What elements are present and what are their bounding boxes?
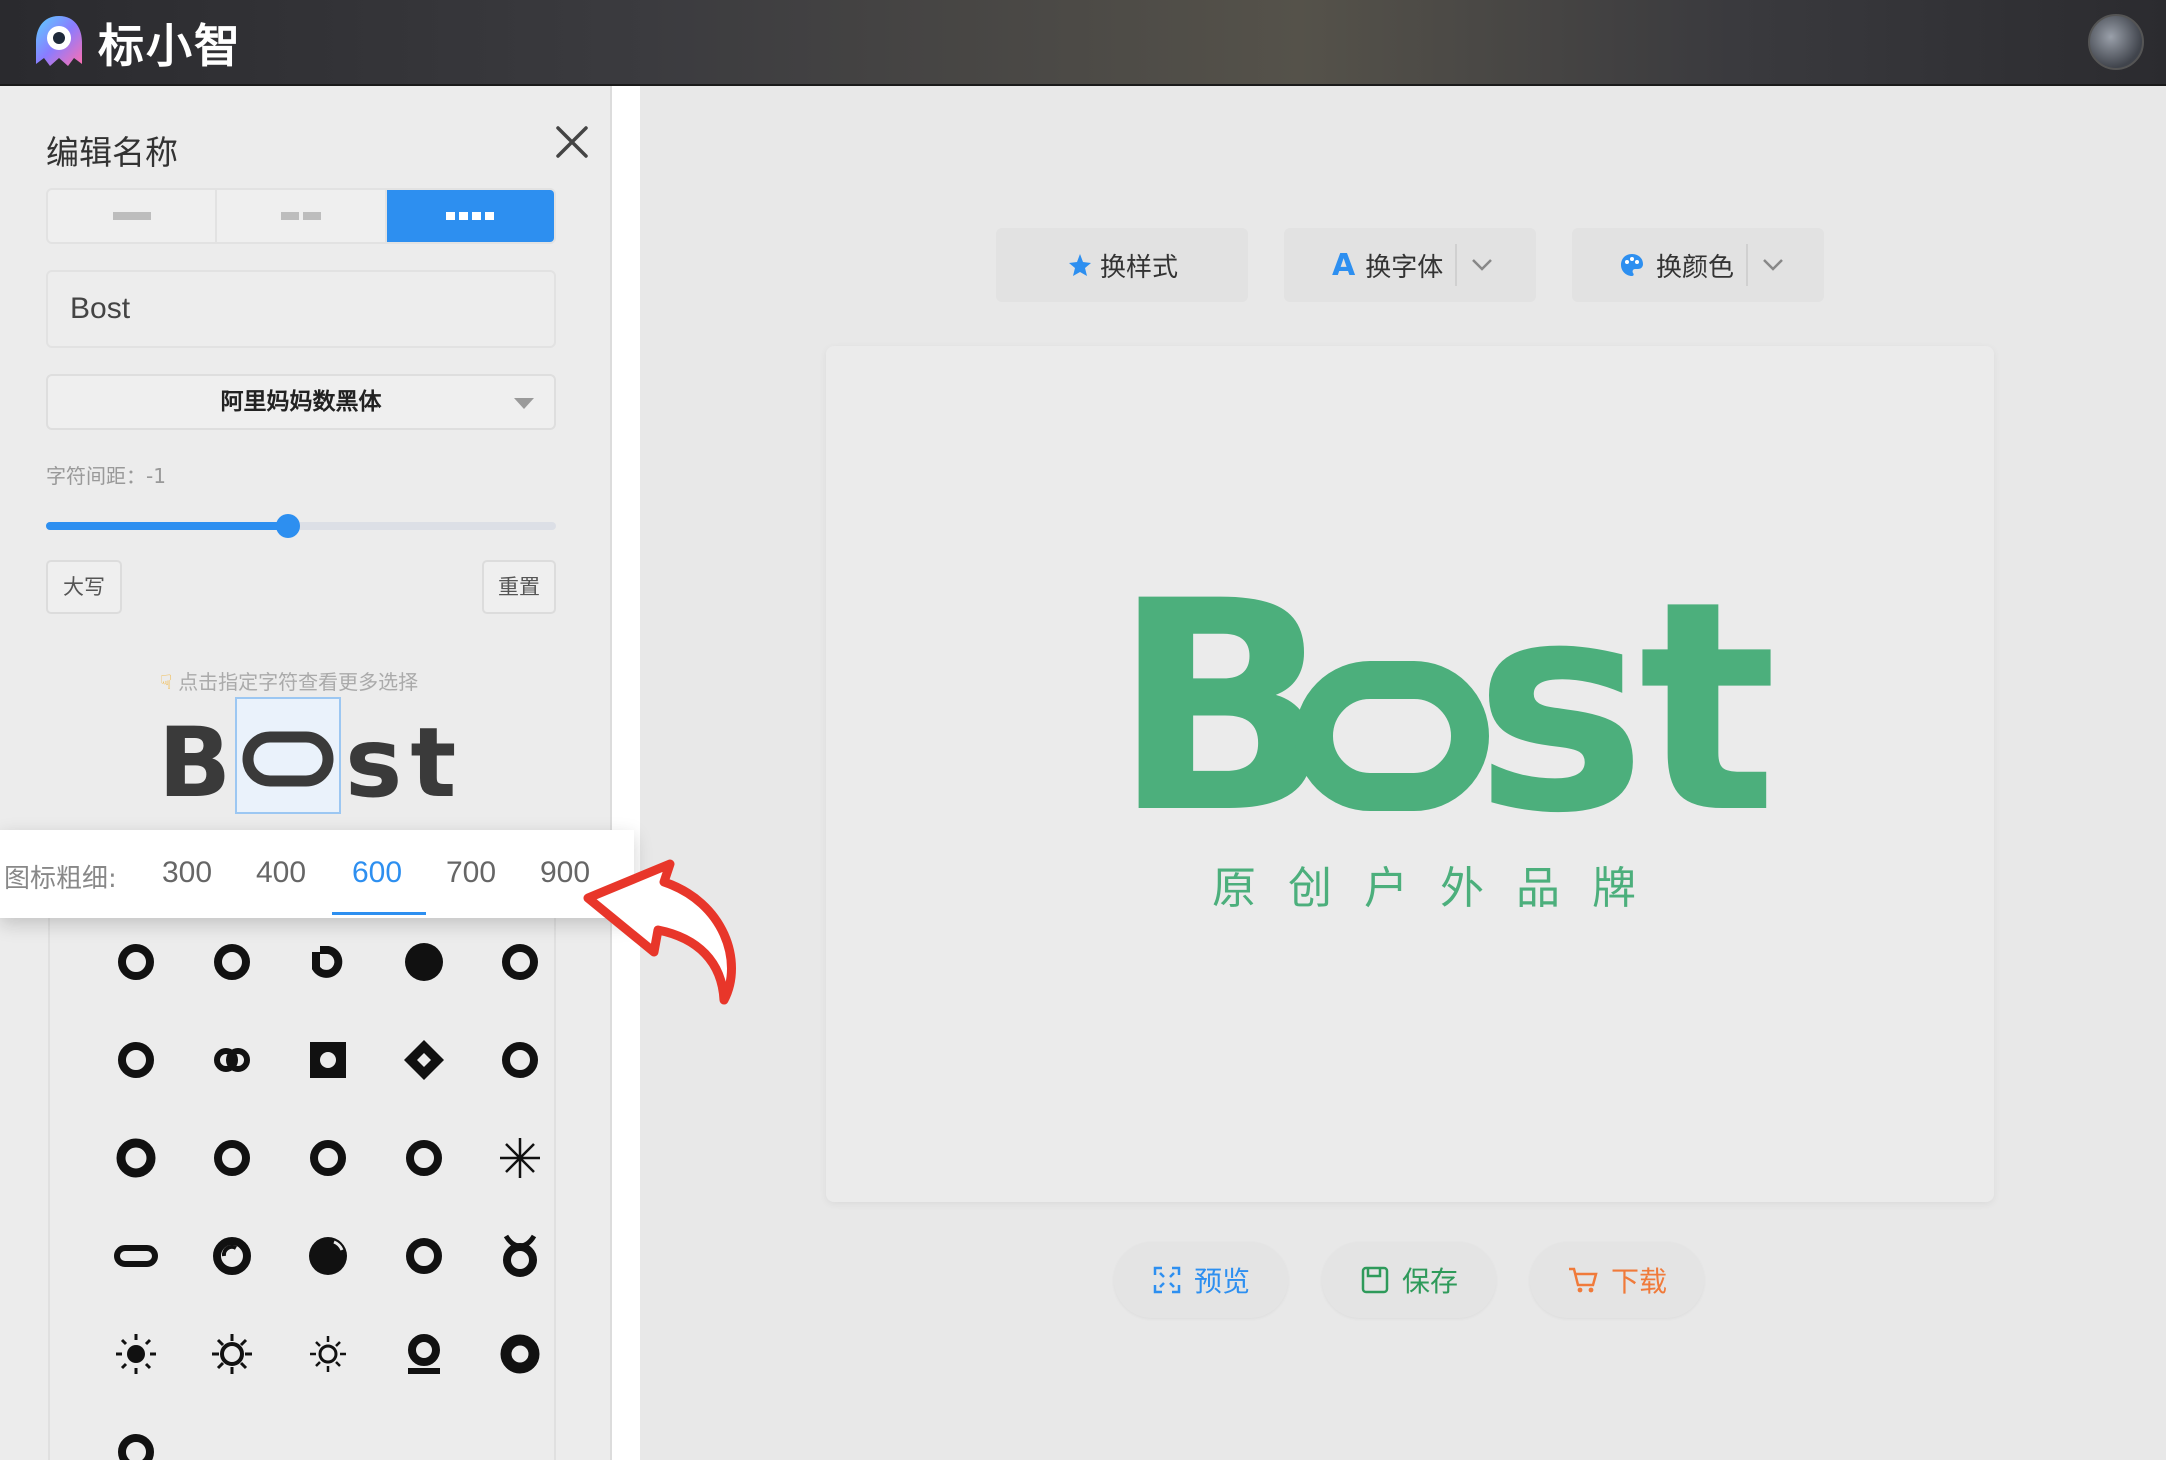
fullscreen-icon [1153, 1266, 1181, 1294]
glyph-asterisk-option[interactable] [492, 1130, 548, 1186]
reset-button[interactable]: 重置 [482, 560, 556, 614]
glyph-diamond-option[interactable] [396, 1032, 452, 1088]
change-style-label: 换样式 [1099, 252, 1178, 283]
chevron-down-icon[interactable] [1471, 258, 1493, 272]
slider-fill [46, 522, 289, 530]
glyph-thick-ring-option[interactable] [492, 1326, 548, 1382]
save-label: 保存 [1401, 1265, 1458, 1298]
font-a-icon: A [1332, 247, 1356, 283]
glyph-notched-ring-option[interactable] [300, 934, 356, 990]
uppercase-button[interactable]: 大写 [46, 560, 122, 614]
glyph-filled-circle-option[interactable] [396, 934, 452, 990]
glyph-square-option[interactable] [300, 1032, 356, 1088]
change-font-label: 换字体 [1365, 252, 1444, 283]
glyph-options-grid [48, 918, 556, 1460]
close-icon[interactable] [550, 120, 594, 164]
split-two-part-option[interactable] [217, 190, 387, 242]
shopping-cart-icon [1568, 1267, 1598, 1293]
split-four-part-option[interactable] [386, 190, 554, 242]
glyph-ring-option[interactable] [300, 1130, 356, 1186]
glyph-ring-option[interactable] [108, 1424, 164, 1460]
weight-option-700[interactable]: 700 [446, 856, 496, 890]
app-logo[interactable]: 标小智 [28, 10, 242, 76]
char-o[interactable] [235, 697, 342, 814]
logo-slogan: 原创户外品牌 [1212, 863, 1668, 914]
glyph-gear-option[interactable] [204, 1326, 260, 1382]
glyph-spark-option[interactable] [300, 1326, 356, 1382]
palette-icon [1621, 254, 1643, 276]
app-name: 标小智 [98, 19, 242, 73]
char-o-glyph [242, 731, 334, 787]
divider [1455, 244, 1458, 286]
letter-spacing-label: 字符间距：-1 [46, 464, 166, 488]
glyph-sun-option[interactable] [108, 1326, 164, 1382]
glyph-horned-ring-option[interactable] [492, 1228, 548, 1284]
stroke-weight-popover: 图标粗细: 300 400 600 700 900 [0, 830, 634, 918]
user-avatar[interactable] [2088, 14, 2144, 70]
annotation-arrow-icon [583, 859, 736, 1005]
save-button[interactable]: 保存 [1322, 1242, 1496, 1318]
char-s[interactable]: s [341, 712, 406, 814]
active-weight-underline [332, 912, 426, 915]
change-style-button[interactable]: 换样式 [996, 228, 1248, 302]
divider [1746, 244, 1749, 286]
glyph-ring-option[interactable] [396, 1228, 452, 1284]
save-icon [1361, 1266, 1389, 1294]
glyph-ring-option[interactable] [396, 1130, 452, 1186]
letter-spacing-slider[interactable] [46, 514, 556, 538]
panel-title: 编辑名称 [46, 133, 178, 172]
weight-option-400[interactable]: 400 [256, 856, 306, 890]
font-select-value: 阿里妈妈数黑体 [220, 389, 382, 415]
slider-handle[interactable] [276, 514, 301, 538]
char-t[interactable]: t [406, 712, 460, 814]
change-font-button[interactable]: A 换字体 [1284, 228, 1536, 302]
glyph-ring-option[interactable] [492, 1032, 548, 1088]
glyph-ring-option[interactable] [108, 1130, 164, 1186]
caret-down-icon [514, 398, 534, 409]
char-selector: B s t [154, 697, 460, 814]
glyph-double-ring-option[interactable] [204, 1032, 260, 1088]
glyph-swirl-ring-option[interactable] [204, 1228, 260, 1284]
word-split-selector [46, 188, 556, 244]
weight-option-300[interactable]: 300 [162, 856, 212, 890]
split-one-part-option[interactable] [48, 190, 218, 242]
glyph-pin-ring-option[interactable] [396, 1326, 452, 1382]
glyph-ring-option[interactable] [204, 1130, 260, 1186]
glyph-glossy-ball-option[interactable] [300, 1228, 356, 1284]
weight-option-600[interactable]: 600 [352, 856, 402, 890]
char-b[interactable]: B [154, 712, 235, 814]
glyph-pill-option[interactable] [108, 1228, 164, 1284]
logo-preview-card [826, 346, 1994, 1202]
stroke-weight-label: 图标粗细: [4, 864, 117, 894]
download-label: 下载 [1610, 1265, 1667, 1298]
preview-label: 预览 [1193, 1265, 1250, 1298]
top-bar: 标小智 [0, 0, 2166, 86]
glyph-ring-option[interactable] [204, 934, 260, 990]
char-hint-text: 点击指定字符查看更多选择 [178, 670, 419, 694]
chevron-down-icon[interactable] [1762, 258, 1784, 272]
download-button[interactable]: 下载 [1530, 1242, 1704, 1318]
glyph-ring-option[interactable] [108, 934, 164, 990]
preview-button[interactable]: 预览 [1114, 1242, 1288, 1318]
font-select[interactable]: 阿里妈妈数黑体 [46, 374, 556, 430]
change-color-label: 换颜色 [1656, 252, 1735, 283]
logo-mascot-icon [36, 16, 82, 66]
char-hint: ☟ 点击指定字符查看更多选择 [160, 666, 418, 695]
magic-wand-icon [1068, 254, 1091, 276]
change-color-button[interactable]: 换颜色 [1572, 228, 1824, 302]
glyph-ring-option[interactable] [492, 934, 548, 990]
name-input[interactable]: Bost [46, 270, 556, 348]
glyph-ring-option[interactable] [108, 1032, 164, 1088]
pointing-hand-icon: ☟ [160, 670, 173, 694]
